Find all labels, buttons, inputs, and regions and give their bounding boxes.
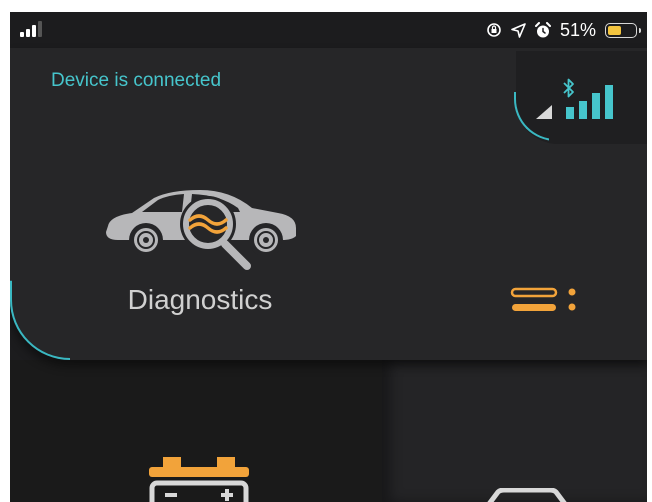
cellular-signal-icon: [20, 21, 42, 37]
status-indicators: 51%: [486, 18, 641, 42]
orientation-lock-icon: [487, 23, 501, 37]
connection-status-text: Device is connected: [51, 70, 222, 91]
car-front-icon: [487, 488, 567, 502]
battery-cap: [639, 27, 641, 33]
alarm-icon: [534, 21, 551, 37]
car-battery-icon: [149, 457, 249, 502]
connection-corner-icon: [536, 105, 552, 119]
location-icon: [511, 22, 526, 38]
connection-indicator-panel[interactable]: [514, 51, 647, 144]
car-diagnostics-icon: [106, 190, 296, 270]
signal-strength-icon: [566, 85, 613, 119]
diagnostics-label: Diagnostics: [127, 284, 273, 315]
status-bar: 51%: [10, 12, 647, 48]
app-screen: 51% Device is connected Diagnostics: [10, 12, 647, 502]
battery-tile[interactable]: [10, 360, 382, 502]
battery-fill: [608, 25, 621, 35]
battery-icon: [605, 22, 641, 38]
menu-icon[interactable]: [510, 284, 580, 316]
battery-percent: 51%: [559, 19, 596, 40]
vehicle-tile[interactable]: [382, 360, 647, 502]
diagnostics-card[interactable]: Device is connected Diagnostics: [10, 48, 647, 360]
